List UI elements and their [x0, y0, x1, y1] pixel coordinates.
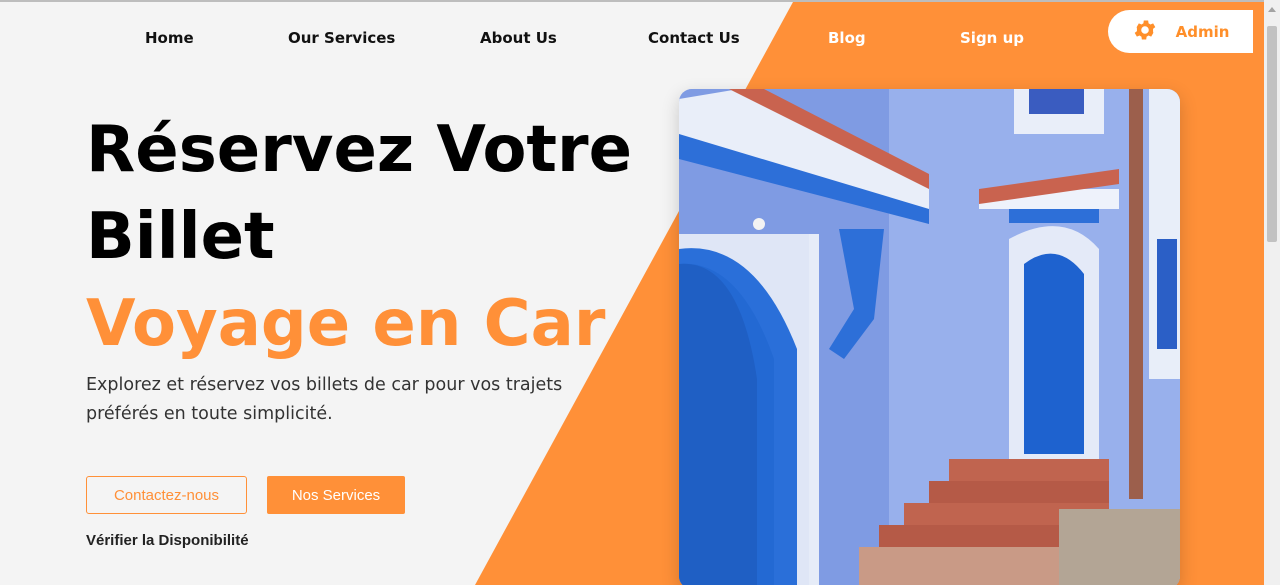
nav-home[interactable]: Home [145, 29, 194, 47]
admin-button[interactable]: Admin [1108, 10, 1253, 53]
hero-image [679, 89, 1180, 585]
nav-our-services[interactable]: Our Services [288, 29, 395, 47]
nav-blog[interactable]: Blog [828, 29, 866, 47]
admin-label: Admin [1175, 22, 1230, 41]
nav-sign-up[interactable]: Sign up [960, 29, 1024, 47]
our-services-button[interactable]: Nos Services [267, 476, 405, 514]
hero-title-highlight: Voyage en Car [86, 287, 606, 361]
vertical-scrollbar[interactable] [1264, 0, 1280, 585]
scrollbar-thumb[interactable] [1267, 26, 1277, 242]
nav-contact-us[interactable]: Contact Us [648, 29, 740, 47]
check-availability-link[interactable]: Vérifier la Disponibilité [86, 532, 249, 549]
hero-description: Explorez et réservez vos billets de car … [86, 375, 563, 424]
gear-icon [1132, 17, 1158, 47]
hero-title-line2: Billet [86, 200, 275, 274]
hero-title-line1: Réservez Votre [86, 113, 632, 187]
scroll-up-arrow-icon[interactable] [1268, 7, 1276, 12]
nav-about-us[interactable]: About Us [480, 29, 557, 47]
contact-us-button[interactable]: Contactez-nous [86, 476, 247, 514]
